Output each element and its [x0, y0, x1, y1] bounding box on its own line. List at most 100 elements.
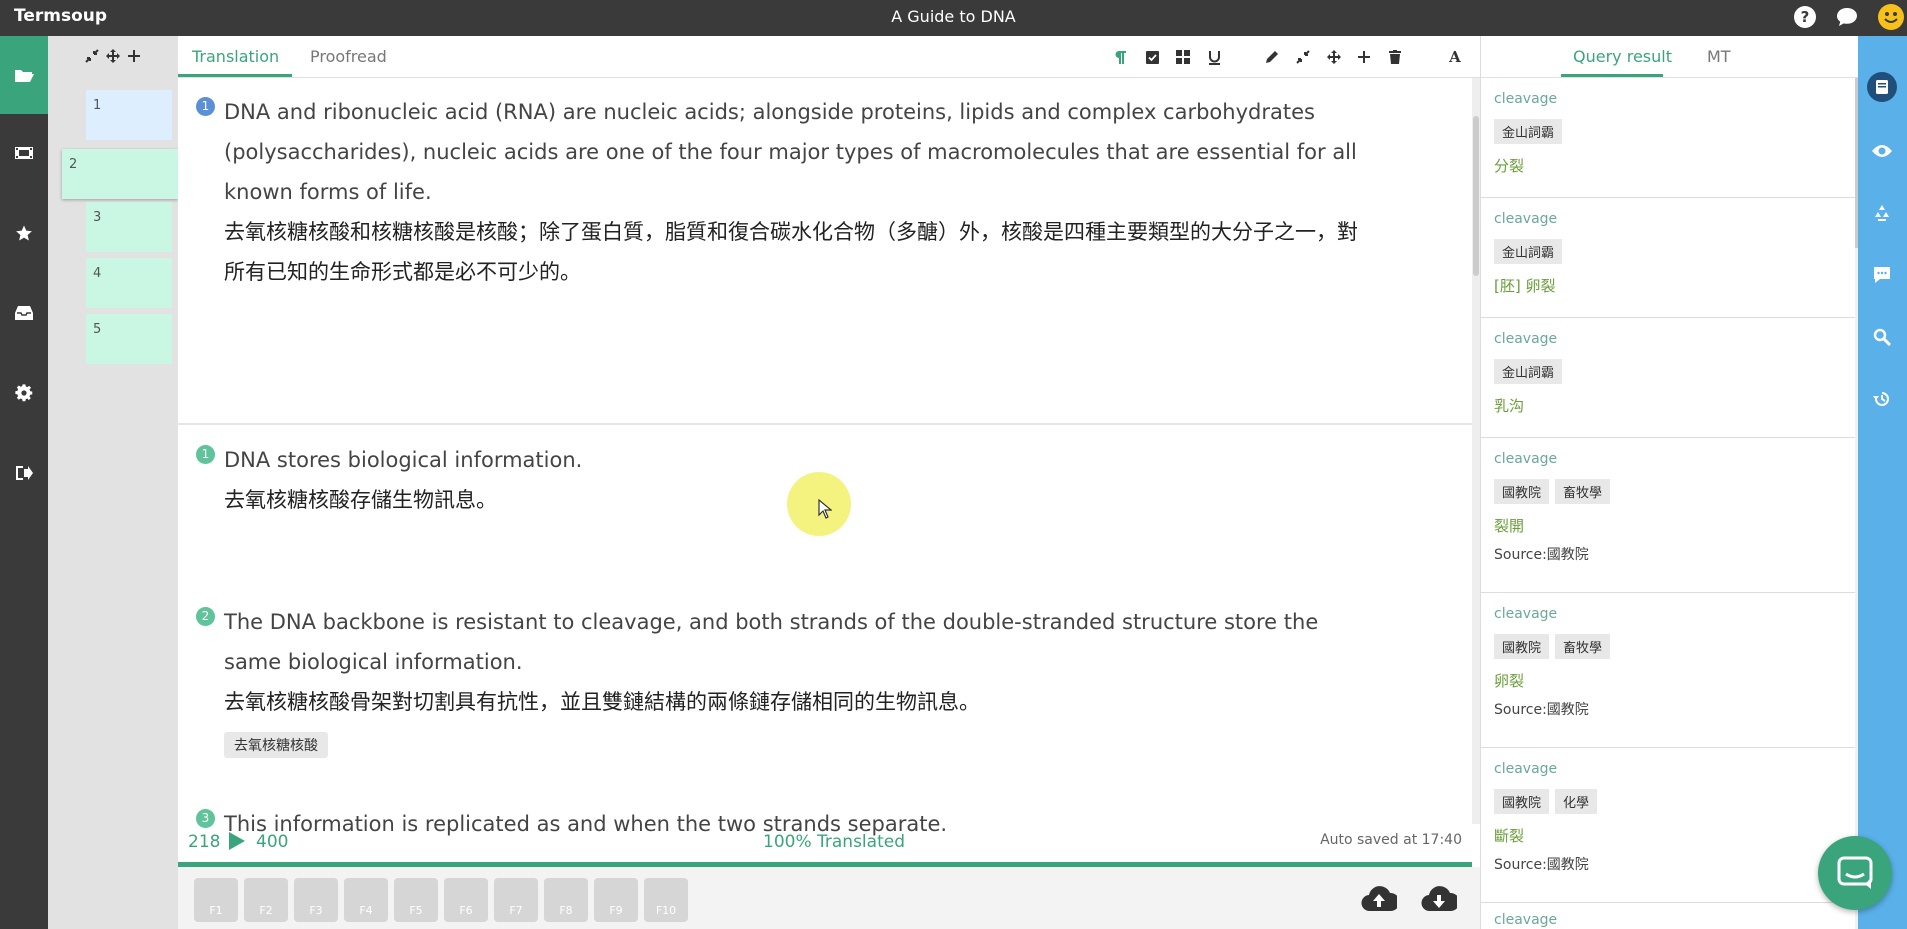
query-source: Source:國教院	[1494, 857, 1589, 873]
query-result-card[interactable]: cleavage	[1481, 903, 1855, 929]
query-translation[interactable]: [胚] 卵裂	[1494, 274, 1842, 298]
pencil-icon[interactable]	[1262, 46, 1282, 68]
dictionary-badge: 國教院	[1494, 479, 1550, 504]
query-term: cleavage	[1494, 91, 1558, 107]
page-panel: 1 2 3 4 5	[48, 36, 178, 929]
term-tag[interactable]: 去氧核糖核酸	[224, 732, 328, 758]
fkey-f2[interactable]: F2	[244, 878, 288, 922]
fkey-f6[interactable]: F6	[444, 878, 488, 922]
source-segment[interactable]: 1 DNA and ribonucleic acid (RNA) are nuc…	[196, 92, 1376, 292]
query-result-card[interactable]: cleavage 金山詞霸 [胚] 卵裂	[1481, 198, 1855, 318]
page-thumb-5[interactable]: 5	[86, 314, 172, 364]
recycle-icon[interactable]	[1867, 198, 1897, 228]
cloud-upload-icon[interactable]	[1361, 886, 1400, 916]
document-title: A Guide to DNA	[891, 7, 1016, 26]
folder-open-icon[interactable]	[0, 36, 48, 114]
play-icon[interactable]	[228, 831, 246, 855]
cloud-download-icon[interactable]	[1421, 886, 1460, 916]
segment-translation-text[interactable]: 去氧核糖核酸骨架對切割具有抗性，並且雙鏈結構的兩條鏈存儲相同的生物訊息。	[224, 682, 1376, 722]
trash-icon[interactable]	[1385, 46, 1405, 68]
move-icon[interactable]	[1324, 46, 1344, 68]
underline-icon[interactable]	[1204, 46, 1224, 68]
page-thumb-4[interactable]: 4	[86, 258, 172, 308]
page-thumb-3[interactable]: 3	[86, 202, 172, 252]
inbox-icon[interactable]	[0, 274, 48, 352]
book-icon[interactable]	[1867, 72, 1897, 102]
query-source: Source:國教院	[1494, 702, 1589, 718]
eye-icon[interactable]	[1867, 136, 1897, 166]
query-source: Source:國教院	[1494, 547, 1589, 563]
query-term: cleavage	[1494, 331, 1558, 347]
query-translation[interactable]: 分裂	[1494, 154, 1842, 178]
segment-source-text: DNA stores biological information.	[224, 448, 583, 472]
fkey-f3[interactable]: F3	[294, 878, 338, 922]
segment-1[interactable]: 1 DNA stores biological information. 去氧核…	[196, 440, 1376, 520]
fkey-f5[interactable]: F5	[394, 878, 438, 922]
dictionary-badge: 金山詞霸	[1494, 359, 1563, 384]
live-chat-button[interactable]	[1818, 836, 1892, 910]
segment-number: 1	[196, 97, 215, 116]
autosave-status: Auto saved at 17:40	[1320, 832, 1462, 848]
smiley-icon[interactable]	[1878, 4, 1904, 30]
query-translation[interactable]: 斷裂	[1494, 824, 1842, 848]
plus-icon[interactable]	[127, 48, 141, 67]
segment-translation-text[interactable]: 去氧核糖核酸和核糖核酸是核酸；除了蛋白質，脂質和復合碳水化合物（多醣）外，核酸是…	[224, 212, 1376, 292]
query-tabs: Query result MT	[1481, 36, 1859, 78]
comment-icon[interactable]	[1867, 260, 1897, 290]
scrollbar-thumb[interactable]	[1473, 116, 1479, 276]
star-icon[interactable]	[0, 194, 48, 272]
segment-number: 1	[196, 445, 215, 464]
compress-icon[interactable]	[85, 48, 99, 67]
chat-icon	[1837, 856, 1873, 889]
paragraph-icon[interactable]	[1110, 46, 1130, 68]
gear-icon[interactable]	[0, 354, 48, 432]
move-icon[interactable]	[106, 48, 120, 67]
history-icon[interactable]	[1867, 384, 1897, 414]
tab-translation[interactable]: Translation	[192, 47, 279, 66]
check-square-icon[interactable]	[1142, 46, 1162, 68]
translation-progress: 100% Translated	[763, 832, 905, 852]
query-term: cleavage	[1494, 912, 1558, 928]
film-icon[interactable]	[0, 114, 48, 192]
query-result-card[interactable]: cleavage 金山詞霸 乳沟	[1481, 318, 1855, 438]
dictionary-badge: 化學	[1555, 789, 1598, 814]
dictionary-badge: 畜牧學	[1555, 634, 1611, 659]
sign-out-icon[interactable]	[0, 434, 48, 512]
query-term: cleavage	[1494, 211, 1558, 227]
query-panel: Query result MT cleavage 金山詞霸 分裂 cleavag…	[1480, 36, 1859, 929]
tab-query-result[interactable]: Query result	[1573, 47, 1672, 66]
grid-icon[interactable]	[1173, 46, 1193, 68]
query-result-card[interactable]: cleavage 國教院 化學 斷裂 Source:國教院	[1481, 748, 1855, 903]
fkey-f4[interactable]: F4	[344, 878, 388, 922]
source-segment-area: 1 DNA and ribonucleic acid (RNA) are nuc…	[178, 78, 1472, 425]
fkey-f7[interactable]: F7	[494, 878, 538, 922]
plus-icon[interactable]	[1354, 46, 1374, 68]
tab-proofread[interactable]: Proofread	[310, 47, 387, 66]
help-icon[interactable]: ?	[1794, 6, 1816, 28]
font-icon[interactable]: A	[1445, 46, 1465, 68]
query-result-card[interactable]: cleavage 金山詞霸 分裂	[1481, 78, 1855, 198]
query-translation[interactable]: 裂開	[1494, 514, 1842, 538]
page-tools	[48, 36, 178, 78]
page-thumb-1[interactable]: 1	[86, 90, 172, 140]
fkey-f1[interactable]: F1	[194, 878, 238, 922]
query-translation[interactable]: 乳沟	[1494, 394, 1842, 418]
fkey-f8[interactable]: F8	[544, 878, 588, 922]
query-result-card[interactable]: cleavage 國教院 畜牧學 卵裂 Source:國教院	[1481, 593, 1855, 748]
page-thumb-2[interactable]: 2	[62, 149, 178, 199]
fkey-f9[interactable]: F9	[594, 878, 638, 922]
query-result-card[interactable]: cleavage 國教院 畜牧學 裂開 Source:國教院	[1481, 438, 1855, 593]
tab-mt[interactable]: MT	[1707, 47, 1731, 66]
segment-2[interactable]: 2 The DNA backbone is resistant to cleav…	[196, 602, 1376, 758]
dictionary-badge: 金山詞霸	[1494, 239, 1563, 264]
editor-scrollbar[interactable]	[1472, 78, 1480, 824]
query-translation[interactable]: 卵裂	[1494, 669, 1842, 693]
total-word-count: 400	[256, 832, 289, 852]
search-icon[interactable]	[1867, 322, 1897, 352]
top-bar: Termsoup A Guide to DNA ?	[0, 0, 1907, 36]
compress-icon[interactable]	[1293, 46, 1313, 68]
fkey-f10[interactable]: F10	[644, 878, 688, 922]
chat-icon[interactable]	[1836, 6, 1858, 28]
dictionary-badge: 國教院	[1494, 634, 1550, 659]
query-term: cleavage	[1494, 606, 1558, 622]
